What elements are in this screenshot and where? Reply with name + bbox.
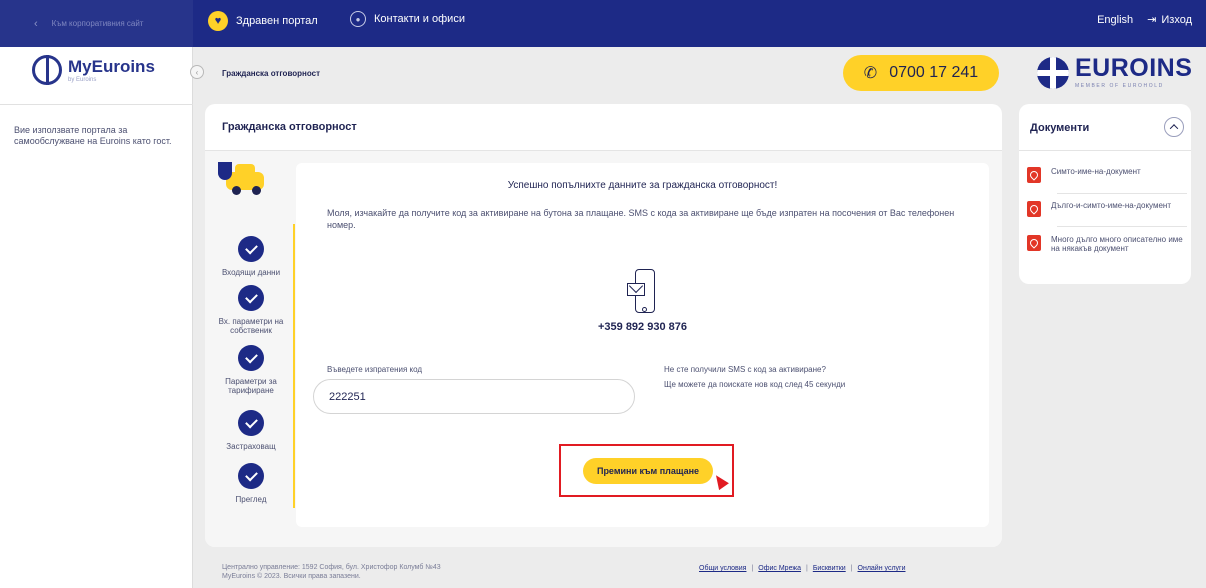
footer-link-cookies[interactable]: Бисквитки xyxy=(813,565,846,572)
logout-icon: ⇥ xyxy=(1147,14,1157,26)
health-portal-link[interactable]: ♥ Здравен портал xyxy=(208,11,318,31)
document-divider xyxy=(1057,193,1187,194)
hotline-number: 0700 17 241 xyxy=(889,64,979,81)
breadcrumb[interactable]: Гражданска отговорност xyxy=(222,69,320,78)
footer-address: Централно управление: 1592 София, бул. Х… xyxy=(222,564,441,571)
document-name: Симто-име-на-документ xyxy=(1051,167,1141,176)
footer-link-terms[interactable]: Общи условия xyxy=(699,565,746,572)
code-label: Въведете изпратения код xyxy=(327,365,423,374)
location-pin-icon: ● xyxy=(350,11,366,27)
step-label: Преглед xyxy=(235,495,267,504)
documents-divider xyxy=(1019,150,1191,151)
step-insurer[interactable]: Застраховащ xyxy=(215,410,287,451)
footer-separator: | xyxy=(805,565,808,572)
step-review[interactable]: Преглед xyxy=(215,463,287,504)
footer-links: Общи условия | Офис Мрежа | Бисквитки | … xyxy=(699,565,906,572)
collapse-sidebar-button[interactable]: ‹ xyxy=(190,65,204,79)
step-label: Вх. параметри на собственик xyxy=(218,317,284,335)
pdf-icon xyxy=(1027,201,1041,217)
logout-button[interactable]: ⇥ Изход xyxy=(1147,13,1192,27)
footer-separator: | xyxy=(751,565,754,572)
form-panel: Входящи данни Вх. параметри на собствени… xyxy=(205,151,1002,547)
footer-copyright: MyEuroins © 2023. Всички права запазени. xyxy=(222,573,361,580)
footer-link-offices[interactable]: Офис Мрежа xyxy=(758,565,801,572)
resend-timer-text: Ще можете да поискате нов код след 45 се… xyxy=(664,380,846,389)
step-tariff-params[interactable]: Параметри за тарифиране xyxy=(215,345,287,395)
brand-name: EUROINS xyxy=(1075,54,1193,82)
heart-icon: ♥ xyxy=(208,11,228,31)
check-icon xyxy=(238,236,264,262)
contacts-link[interactable]: ● Контакти и офиси xyxy=(350,11,465,27)
car-insurance-icon xyxy=(218,162,268,198)
check-icon xyxy=(238,345,264,371)
top-bar: ‹ Към корпоративния сайт ♥ Здравен порта… xyxy=(0,0,1206,47)
step-label: Входящи данни xyxy=(221,268,281,277)
health-portal-label: Здравен портал xyxy=(236,15,318,27)
proceed-to-payment-button[interactable]: Премини към плащане xyxy=(583,458,713,484)
step-label: Параметри за тарифиране xyxy=(225,377,277,395)
corporate-site-label: Към корпоративния сайт xyxy=(51,19,144,28)
corporate-site-link[interactable]: ‹ Към корпоративния сайт xyxy=(0,0,193,47)
resend-question: Не сте получили SMS с код за активиране? xyxy=(664,365,826,374)
step-owner-params[interactable]: Вх. параметри на собственик xyxy=(215,285,287,335)
sms-code-input[interactable] xyxy=(313,379,635,414)
brand-subtext: MEMBER OF EUROHOLD xyxy=(1075,83,1164,89)
sidebar-divider xyxy=(0,104,193,105)
pdf-icon xyxy=(1027,167,1041,183)
hotline-phone[interactable]: ✆ 0700 17 241 xyxy=(843,55,999,91)
logo-subtext: by Euroins xyxy=(68,76,97,83)
language-switch[interactable]: English xyxy=(1097,14,1133,26)
document-divider xyxy=(1057,226,1187,227)
guest-notice: Вие използвате портала за самообслужване… xyxy=(14,125,172,146)
collapse-documents-button[interactable] xyxy=(1164,117,1184,137)
phone-icon: ✆ xyxy=(863,65,878,82)
documents-title: Документи xyxy=(1030,122,1090,134)
document-name: Много дълго много описателно име на няка… xyxy=(1051,235,1183,253)
pdf-icon xyxy=(1027,235,1041,251)
success-message: Успешно попълнихте данните за гражданска… xyxy=(507,180,778,191)
contacts-label: Контакти и офиси xyxy=(374,13,465,25)
logo-text: MyEuroins xyxy=(68,56,155,76)
check-icon xyxy=(238,285,264,311)
phone-number: +359 892 930 876 xyxy=(597,321,687,333)
main-card: Гражданска отговорност Входящи данни Вх.… xyxy=(205,104,1002,547)
footer-separator: | xyxy=(850,565,853,572)
sms-instructions: Моля, изчакайте да получите код за актив… xyxy=(327,208,955,230)
documents-panel: Документи Симто-име-на-документ Дълго-и-… xyxy=(1019,104,1191,284)
euroins-logo-icon xyxy=(1037,56,1069,89)
sms-verification-panel: Успешно попълнихте данните за гражданска… xyxy=(296,163,989,527)
sidebar: MyEuroins by Euroins Вие използвате порт… xyxy=(0,47,193,588)
myeuroins-logo-icon xyxy=(32,55,62,85)
document-link[interactable]: Много дълго много описателно име на няка… xyxy=(1027,235,1183,265)
step-input-data[interactable]: Входящи данни xyxy=(215,236,287,277)
page-title: Гражданска отговорност xyxy=(222,121,357,133)
euroins-brand: EUROINS MEMBER OF EUROHOLD xyxy=(1037,56,1192,89)
document-name: Дълго-и-симто-име-на-документ xyxy=(1051,201,1171,210)
myeuroins-logo[interactable]: MyEuroins by Euroins xyxy=(32,55,155,85)
logout-label: Изход xyxy=(1161,13,1192,26)
footer-info: Централно управление: 1592 София, бул. Х… xyxy=(222,563,441,581)
step-label: Застраховащ xyxy=(226,442,276,451)
check-icon xyxy=(238,410,264,436)
check-icon xyxy=(238,463,264,489)
footer-link-online-services[interactable]: Онлайн услуги xyxy=(858,565,906,572)
sms-phone-icon xyxy=(623,269,659,317)
chevron-left-icon: ‹ xyxy=(34,17,38,30)
progress-line xyxy=(293,224,295,508)
